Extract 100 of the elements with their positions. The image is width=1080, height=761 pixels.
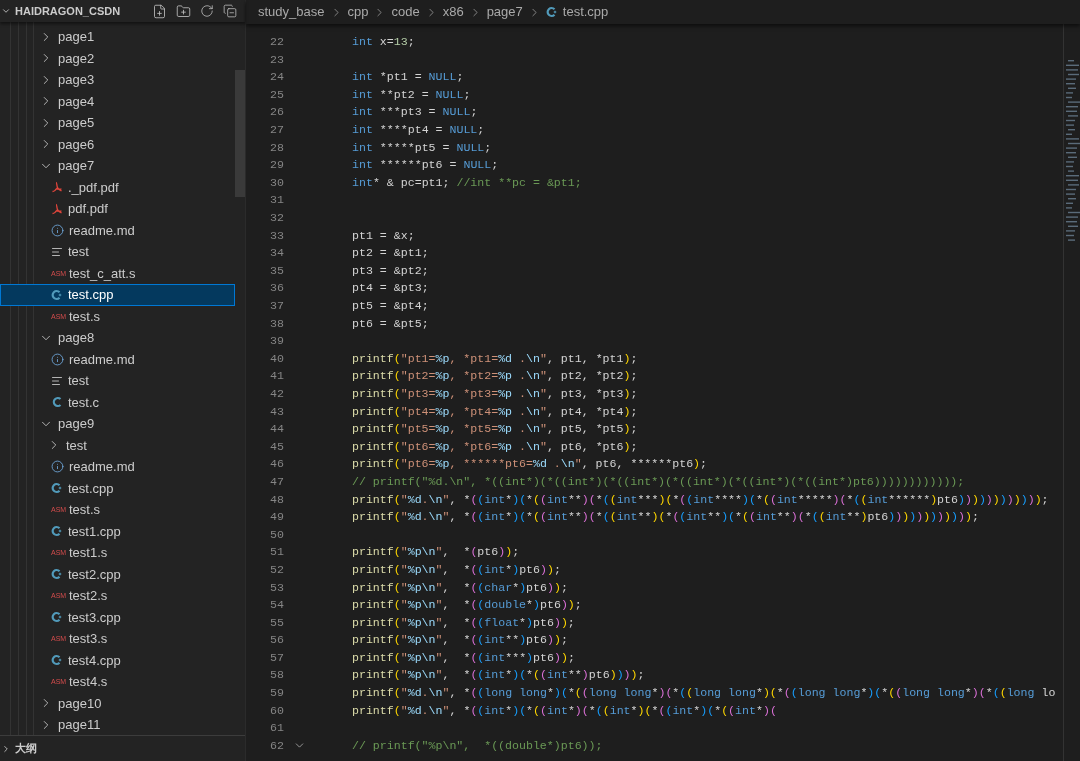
code-line: // printf("%p\n", *((double*)pt6)); <box>351 737 603 754</box>
scrollbar-thumb[interactable] <box>235 70 245 197</box>
tree-item[interactable]: page8 <box>0 327 235 349</box>
info-icon <box>51 460 64 474</box>
line-number: 38 <box>269 315 284 332</box>
code-line: int *****pt5 = NULL; <box>351 139 492 156</box>
code-line: pt5 = &pt4; <box>351 298 429 314</box>
tree-item[interactable]: pdf.pdf <box>0 198 235 220</box>
new-folder-icon[interactable] <box>176 3 191 19</box>
tree-item[interactable]: page4 <box>0 90 235 112</box>
breadcrumb-item[interactable]: cpp <box>347 2 369 22</box>
code-line: int x=13; <box>351 34 415 51</box>
line-number: 37 <box>269 298 284 314</box>
tree-item[interactable]: test.cpp <box>0 284 235 306</box>
outline-section-title[interactable]: 大纲 <box>15 740 37 757</box>
collapse-all-icon[interactable] <box>223 4 237 18</box>
code-line: pt2 = &pt1; <box>351 245 429 262</box>
chevron-down-icon[interactable] <box>1 6 11 16</box>
breadcrumb-item[interactable]: study_base <box>258 2 325 22</box>
line-number: 45 <box>269 438 284 455</box>
cpp-icon <box>51 482 63 495</box>
code-line: printf("%d.\n", *((int*)(*((int**)(*((int**)(*((int**)(*((int**)(*((int**)pt6)))))))))))); <box>351 509 979 526</box>
line-number: 23 <box>269 51 284 68</box>
code-line: printf("%p\n", *((int**)pt6)); <box>351 632 568 649</box>
tree-item[interactable]: page1 <box>0 26 235 48</box>
code-line: int ******pt6 = NULL; <box>351 157 499 174</box>
info-icon <box>51 352 64 366</box>
line-number: 31 <box>269 192 284 209</box>
code-line: printf("%p\n", *((int*)pt6)); <box>351 561 561 578</box>
code-line: int* & pc=pt1; //int **pc = &pt1; <box>351 174 582 191</box>
line-number: 61 <box>269 720 284 737</box>
tree-item[interactable]: test4.cpp <box>0 649 235 671</box>
line-number: 40 <box>269 350 284 367</box>
line-number: 25 <box>269 86 284 103</box>
tree-item[interactable]: test.c <box>0 391 235 413</box>
line-number: 47 <box>269 473 284 490</box>
tree-item[interactable]: page5 <box>0 112 235 134</box>
code-line: printf("%p\n", *((char*)pt6)); <box>351 579 568 596</box>
tree-item[interactable]: test.cpp <box>0 477 235 499</box>
code-line: printf("%p\n", *((int*)(*((int**)pt6)))); <box>351 667 645 684</box>
code-line: pt6 = &pt5; <box>351 315 429 332</box>
code-line: printf("%p\n", *((double*)pt6)); <box>351 597 582 614</box>
cpp-icon <box>51 525 63 538</box>
line-number: 29 <box>269 157 284 174</box>
code-line: int *pt1 = NULL; <box>351 69 464 86</box>
breadcrumb-item[interactable]: code <box>391 2 420 22</box>
code-line: printf("%d.\n", *((long long*)(*((long long*)(*((long long*)(*((long long*)(*((long long*)(*((long lo <box>351 685 1056 702</box>
new-file-icon[interactable] <box>152 3 167 19</box>
tree-item[interactable]: page9 <box>0 413 235 435</box>
line-number: 33 <box>269 227 284 244</box>
code-line: printf("pt6=%p, ******pt6=%d .\n", pt6, ******pt6); <box>351 456 708 473</box>
code-line: int **pt2 = NULL; <box>351 86 471 103</box>
breadcrumb-item[interactable]: test.cpp <box>562 2 609 22</box>
line-number: 58 <box>269 667 284 684</box>
code-line: printf("pt4=%p, *pt4=%p .\n", pt4, *pt4); <box>351 403 638 420</box>
cpp-icon <box>51 611 63 624</box>
tree-item[interactable]: readme.md <box>0 456 235 478</box>
tree-item[interactable]: ._pdf.pdf <box>0 176 235 198</box>
line-number: 28 <box>269 139 284 156</box>
code-line: printf("pt2=%p, *pt2=%p .\n", pt2, *pt2); <box>351 368 638 385</box>
code-line: pt4 = &pt3; <box>351 280 429 297</box>
tree-item[interactable]: page7 <box>0 155 235 177</box>
line-number: 48 <box>269 491 284 508</box>
code-line: printf("%d.\n", *((int*)(*((int**)(*((int***)(*((int****)(*((int*****)(*((int******)pt6)))))))))))); <box>351 491 1049 508</box>
code-line: printf("%p\n", *(pt6)); <box>351 544 520 561</box>
breadcrumb-item[interactable]: page7 <box>486 2 523 22</box>
line-number: 57 <box>269 649 284 666</box>
line-number: 42 <box>269 385 284 402</box>
tree-item[interactable]: test1.cpp <box>0 520 235 542</box>
breadcrumb-item[interactable]: x86 <box>442 2 464 22</box>
code-line: pt3 = &pt2; <box>351 262 429 279</box>
tree-item[interactable]: readme.md <box>0 219 235 241</box>
chevron-right-icon[interactable] <box>1 743 11 754</box>
tree-item[interactable]: test3.cpp <box>0 606 235 628</box>
code-line: printf("pt1=%p, *pt1=%d .\n", pt1, *pt1); <box>351 350 638 367</box>
tree-item[interactable]: test <box>0 434 235 456</box>
tree-item[interactable]: page6 <box>0 133 235 155</box>
line-number: 35 <box>269 262 284 279</box>
code-line: printf("pt3=%p, *pt3=%p .\n", pt3, *pt3); <box>351 385 638 402</box>
tree-item[interactable]: page3 <box>0 69 235 91</box>
tree-item[interactable]: test <box>0 370 235 392</box>
tree-item[interactable]: page11 <box>0 714 235 735</box>
code-line: int ***pt3 = NULL; <box>351 104 478 121</box>
line-number: 27 <box>269 122 284 139</box>
tree-item[interactable]: test <box>0 241 235 263</box>
tree-item[interactable]: page2 <box>0 47 235 69</box>
line-number: 39 <box>269 333 284 350</box>
cpp-icon <box>51 288 63 301</box>
tree-item[interactable]: test2.cpp <box>0 563 235 585</box>
line-number: 52 <box>269 561 284 578</box>
code-line: printf("%p\n", *((float*)pt6)); <box>351 614 575 631</box>
code-line: printf("pt5=%p, *pt5=%p .\n", pt5, *pt5); <box>351 421 638 438</box>
line-number: 26 <box>269 104 284 121</box>
tree-item[interactable]: page10 <box>0 692 235 714</box>
cpp-icon <box>545 6 558 18</box>
info-icon <box>51 223 64 237</box>
line-number: 49 <box>269 509 284 526</box>
line-number: 62 <box>269 737 284 754</box>
refresh-icon[interactable] <box>200 4 214 18</box>
tree-item[interactable]: readme.md <box>0 348 235 370</box>
